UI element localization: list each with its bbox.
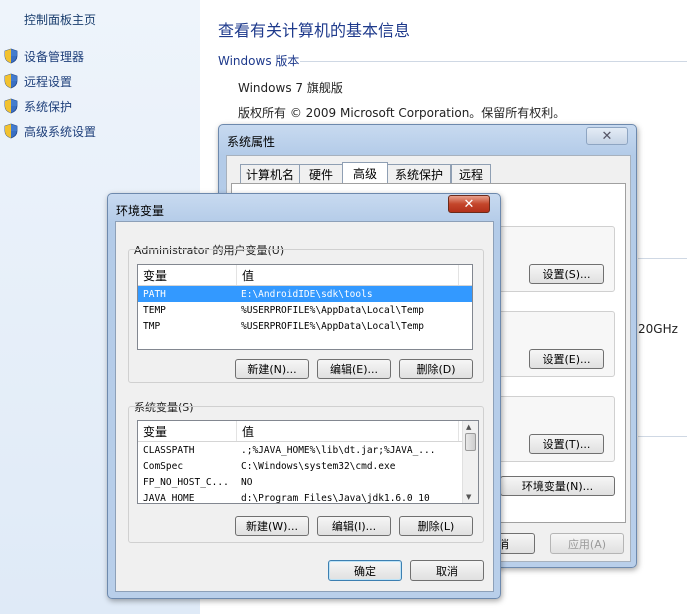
variable-value: E:\AndroidIDE\sdk\tools [241, 288, 373, 300]
scroll-down-icon[interactable]: ▼ [466, 493, 471, 501]
nav-item-1[interactable]: 远程设置 [0, 71, 72, 91]
variable-name: TEMP [143, 304, 166, 316]
nav-item-3[interactable]: 高级系统设置 [0, 121, 96, 141]
column-header-variable[interactable]: 变量 [138, 421, 237, 441]
environment-variables-window: 环境变量 ✕ Administrator 的用户变量(U) 变量 值 PATH E… [107, 193, 501, 599]
ok-button[interactable]: 确定 [328, 560, 402, 581]
nav-item-label: 系统保护 [24, 99, 73, 114]
variable-name: ComSpec [143, 460, 184, 472]
list-item[interactable]: TMP %USERPROFILE%\AppData\Local\Temp [138, 318, 472, 334]
tab-2[interactable]: 高级 [342, 162, 388, 184]
system-list-scrollbar[interactable]: ▲ ▼ [462, 421, 478, 503]
system-properties-title: 系统属性 [227, 135, 276, 149]
environment-variables-title: 环境变量 [116, 204, 165, 218]
close-button[interactable]: ✕ [448, 195, 490, 213]
tab-3[interactable]: 系统保护 [387, 164, 451, 184]
cancel-button[interactable]: 取消 [410, 560, 484, 581]
variable-value: d:\Program Files\Java\jdk1.6.0_10 [241, 492, 430, 504]
user-new-button[interactable]: 新建(N)... [235, 359, 309, 379]
list-item[interactable]: FP_NO_HOST_C... NO [138, 474, 478, 490]
page-title: 查看有关计算机的基本信息 [218, 21, 411, 40]
column-header-variable[interactable]: 变量 [138, 265, 237, 285]
variable-value: .;%JAVA_HOME%\lib\dt.jar;%JAVA_... [241, 444, 436, 456]
scroll-up-icon[interactable]: ▲ [466, 423, 471, 431]
control-panel-home-link[interactable]: 控制面板主页 [24, 11, 96, 28]
divider [300, 61, 687, 62]
user-delete-button[interactable]: 删除(D) [399, 359, 473, 379]
startup-settings-button[interactable]: 设置(T)... [529, 434, 604, 454]
list-item[interactable]: TEMP %USERPROFILE%\AppData\Local\Temp [138, 302, 472, 318]
apply-button[interactable]: 应用(A) [550, 533, 624, 554]
list-header: 变量 值 [138, 265, 472, 286]
divider [638, 436, 687, 437]
shield-icon [4, 123, 18, 139]
close-button[interactable]: ✕ [586, 127, 628, 145]
shield-icon [4, 73, 18, 89]
nav-item-0[interactable]: 设备管理器 [0, 46, 84, 66]
windows-edition: Windows 7 旗舰版 [238, 81, 343, 95]
system-edit-button[interactable]: 编辑(I)... [317, 516, 391, 536]
nav-item-label: 高级系统设置 [24, 124, 97, 139]
environment-variables-body: Administrator 的用户变量(U) 变量 值 PATH E:\Andro… [115, 221, 494, 592]
cpu-speed-fragment: 20GHz [638, 322, 678, 336]
variable-name: FP_NO_HOST_C... [143, 476, 229, 488]
tab-0[interactable]: 计算机名 [240, 164, 300, 184]
nav-item-label: 远程设置 [24, 74, 73, 89]
variable-value: C:\Windows\system32\cmd.exe [241, 460, 396, 472]
user-edit-button[interactable]: 编辑(E)... [317, 359, 391, 379]
scroll-thumb[interactable] [465, 433, 476, 451]
environment-variables-button[interactable]: 环境变量(N)... [500, 476, 615, 496]
variable-value: %USERPROFILE%\AppData\Local\Temp [241, 320, 425, 332]
list-item[interactable]: JAVA_HOME d:\Program Files\Java\jdk1.6.0_… [138, 490, 478, 504]
user-variables-list[interactable]: 变量 值 PATH E:\AndroidIDE\sdk\tools TEMP %USE… [137, 264, 473, 350]
variable-value: NO [241, 476, 253, 488]
variable-name: PATH [143, 288, 166, 300]
variable-name: CLASSPATH [143, 444, 195, 456]
tab-4[interactable]: 远程 [451, 164, 491, 184]
copyright-text: 版权所有 © 2009 Microsoft Corporation。保留所有权利… [238, 106, 566, 120]
list-item[interactable]: PATH E:\AndroidIDE\sdk\tools [138, 286, 472, 302]
performance-settings-button[interactable]: 设置(S)... [529, 264, 604, 284]
list-item[interactable]: CLASSPATH .;%JAVA_HOME%\lib\dt.jar;%JAVA_… [138, 442, 478, 458]
shield-icon [4, 98, 18, 114]
variable-name: TMP [143, 320, 161, 332]
windows-version-heading: Windows 版本 [218, 54, 300, 68]
nav-item-label: 设备管理器 [24, 49, 85, 64]
nav-item-2[interactable]: 系统保护 [0, 96, 72, 116]
system-variables-list[interactable]: 变量 值 CLASSPATH .;%JAVA_HOME%\lib\dt.jar;%… [137, 420, 479, 504]
list-header: 变量 值 [138, 421, 478, 442]
profiles-settings-button[interactable]: 设置(E)... [529, 349, 604, 369]
tab-1[interactable]: 硬件 [299, 164, 343, 184]
shield-icon [4, 48, 18, 64]
close-icon: ✕ [601, 128, 613, 144]
column-header-value[interactable]: 值 [237, 265, 459, 285]
system-new-button[interactable]: 新建(W)... [235, 516, 309, 536]
variable-value: %USERPROFILE%\AppData\Local\Temp [241, 304, 425, 316]
divider [638, 258, 687, 259]
system-delete-button[interactable]: 删除(L) [399, 516, 473, 536]
column-header-value[interactable]: 值 [237, 421, 459, 441]
variable-name: JAVA_HOME [143, 492, 195, 504]
close-icon: ✕ [463, 196, 475, 212]
list-item[interactable]: ComSpec C:\Windows\system32\cmd.exe [138, 458, 478, 474]
